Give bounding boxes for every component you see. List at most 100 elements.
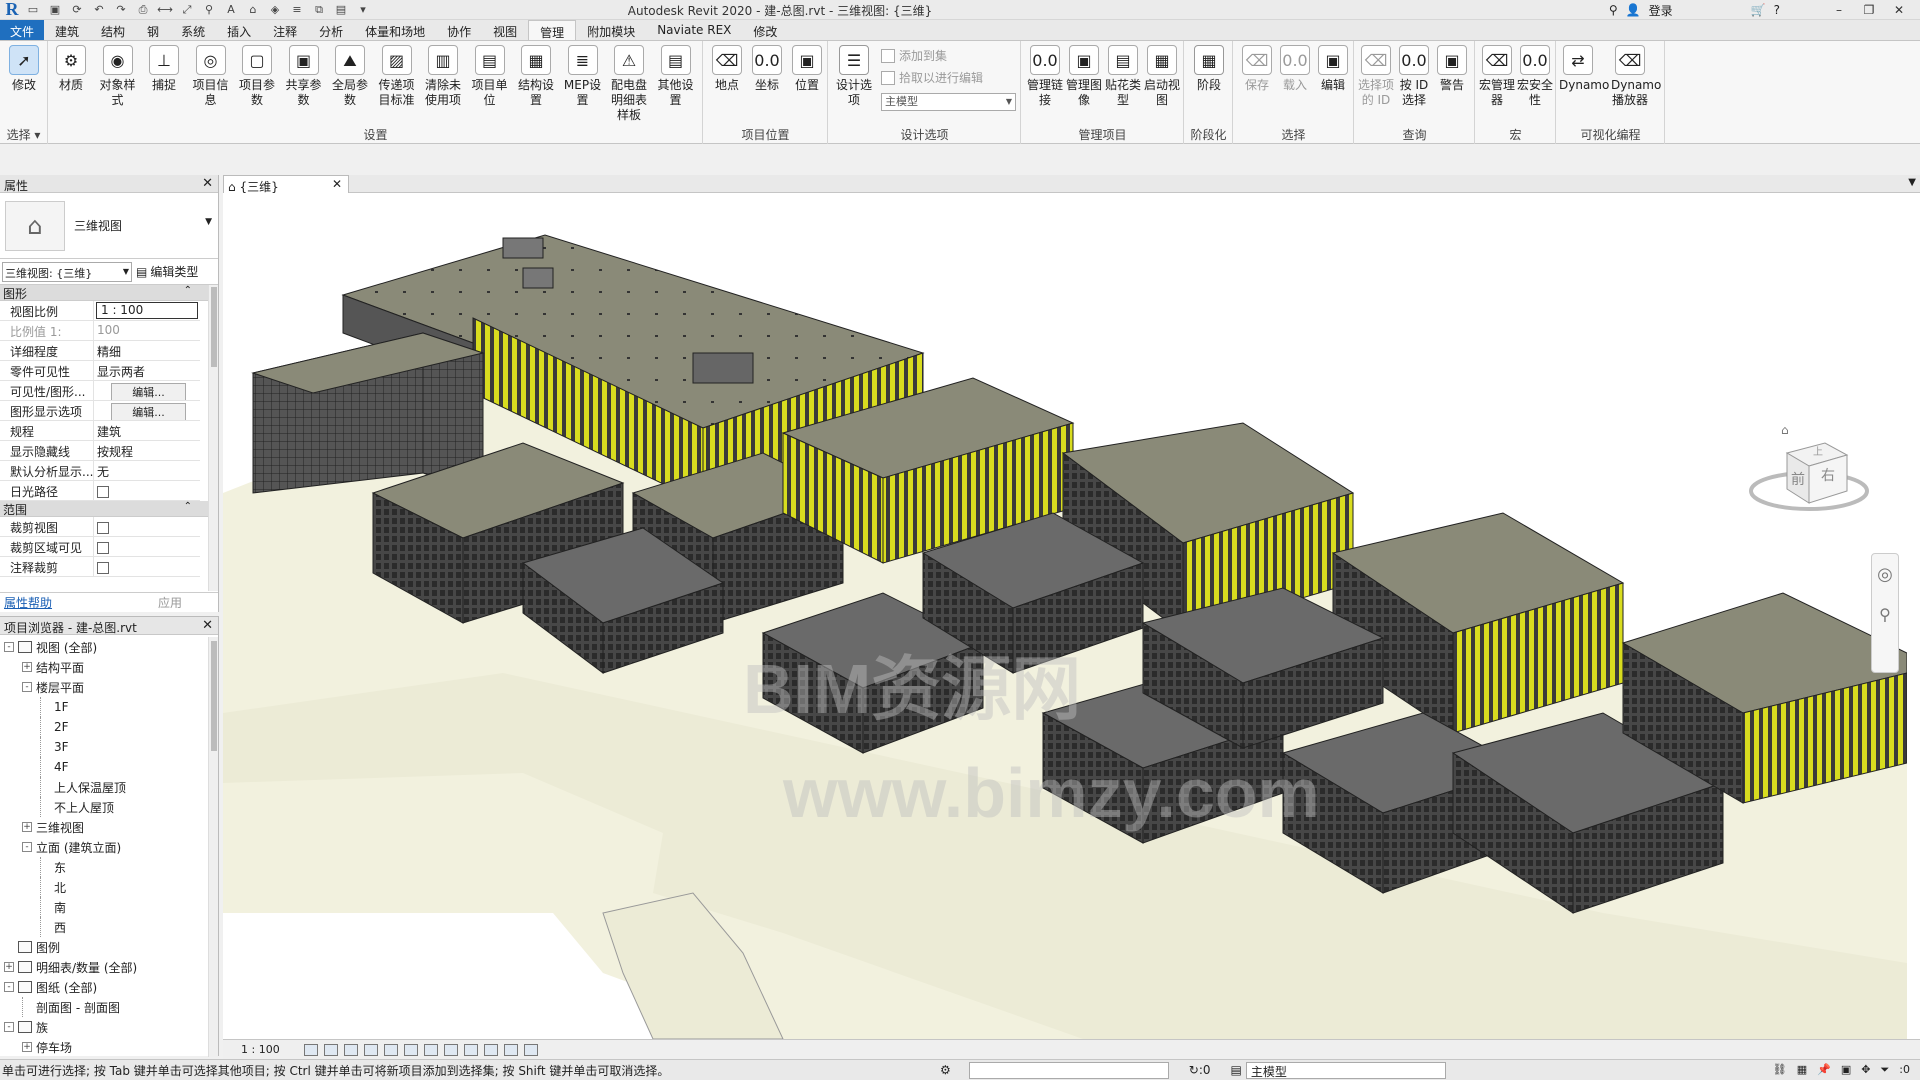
phases-button[interactable]: ▦ 阶段 — [1190, 45, 1228, 93]
browser-item[interactable]: + 停车场 — [0, 1037, 218, 1057]
browser-item[interactable]: 西 — [0, 917, 218, 937]
filter-icon[interactable]: ⏷ — [1880, 1063, 1889, 1077]
select-underlay-icon[interactable]: ▦ — [1797, 1063, 1807, 1077]
property-value[interactable]: 按规程 — [94, 441, 200, 460]
browser-item[interactable]: 图例 — [0, 937, 218, 957]
tab-5[interactable]: 插入 — [216, 20, 262, 40]
collapse-icon[interactable]: ⌃ — [184, 285, 192, 296]
tab-8[interactable]: 体量和场地 — [354, 20, 436, 40]
property-checkbox[interactable] — [97, 486, 109, 498]
property-checkbox[interactable] — [97, 522, 109, 534]
show-crop-icon[interactable] — [423, 1043, 438, 1056]
inquiry-button-2[interactable]: ▣ 警告 — [1433, 45, 1471, 93]
settings-button-10[interactable]: ▦ 结构设置 — [517, 45, 555, 108]
browser-item[interactable]: 北 — [0, 877, 218, 897]
expand-icon[interactable]: + — [22, 1042, 32, 1052]
edit-button[interactable]: 编辑... — [111, 382, 186, 400]
apply-button[interactable]: 应用 — [136, 594, 204, 611]
tab-2[interactable]: 结构 — [90, 20, 136, 40]
tab-10[interactable]: 视图 — [482, 20, 528, 40]
drawing-canvas[interactable]: BIM资源网 www.bimzy.com 前 右 上 ⌂ ◎ ⚲ — [223, 193, 1907, 1039]
browser-item[interactable]: - 立面 (建筑立面) — [0, 837, 218, 857]
browser-scrollbar[interactable] — [208, 637, 218, 1057]
tab-14[interactable]: 修改 — [742, 20, 788, 40]
view-scale[interactable]: 1 : 100 — [223, 1043, 304, 1056]
close-icon[interactable]: ✕ — [202, 618, 213, 633]
collapse-icon[interactable]: - — [4, 1022, 14, 1032]
location-button-1[interactable]: 0.0 坐标 — [748, 45, 786, 93]
analysis-icon[interactable] — [503, 1043, 518, 1056]
render-icon[interactable] — [383, 1043, 398, 1056]
macro-button-0[interactable]: ⌫ 宏管理器 — [1478, 45, 1516, 108]
manage-button-1[interactable]: ▣ 管理图像 — [1065, 45, 1103, 108]
collapse-icon[interactable]: - — [22, 682, 32, 692]
settings-button-11[interactable]: ≣ MEP设置 — [564, 45, 602, 108]
viewcube-front-face[interactable]: 前 — [1791, 469, 1805, 489]
settings-button-2[interactable]: ⊥ 捕捉 — [145, 45, 183, 93]
collapse-icon[interactable]: - — [4, 642, 14, 652]
restore-button[interactable]: ❐ — [1858, 3, 1880, 17]
manage-button-0[interactable]: 0.0 管理链接 — [1026, 45, 1064, 108]
select-pinned-icon[interactable]: 📌 — [1817, 1063, 1831, 1077]
browser-item[interactable]: + 三维视图 — [0, 817, 218, 837]
drag-on-select-icon[interactable]: ✥ — [1861, 1063, 1870, 1077]
lock-3d-icon[interactable] — [443, 1043, 458, 1056]
tab-11[interactable]: 管理 — [528, 20, 577, 40]
browser-item[interactable]: - 楼层平面 — [0, 677, 218, 697]
tab-4[interactable]: 系统 — [170, 20, 216, 40]
tab-1[interactable]: 建筑 — [44, 20, 90, 40]
browser-item[interactable]: 剖面图 - 剖面图 — [0, 997, 218, 1017]
edit-type-button[interactable]: ▤ 编辑类型 — [136, 263, 198, 280]
zoom-icon[interactable]: ⚲ — [1872, 605, 1898, 624]
user-icon[interactable]: 👤 — [1626, 3, 1641, 17]
property-section-header[interactable]: 图形 ⌃ — [0, 285, 218, 301]
tab-9[interactable]: 协作 — [436, 20, 482, 40]
temp-hide-icon[interactable] — [463, 1043, 478, 1056]
select-links-icon[interactable]: ⛓ — [1773, 1063, 1787, 1077]
properties-scrollbar[interactable] — [208, 285, 218, 591]
view-tab-3d[interactable]: ⌂ {三维} ✕ — [223, 175, 349, 194]
tab-6[interactable]: 注释 — [262, 20, 308, 40]
chevron-down-icon[interactable]: ▼ — [1908, 177, 1916, 188]
inquiry-button-0[interactable]: ⌫ 选择项的 ID — [1357, 45, 1395, 108]
select-by-face-icon[interactable]: ▣ — [1841, 1063, 1851, 1077]
viewcube[interactable]: 前 右 上 ⌂ — [1737, 423, 1877, 553]
settings-button-6[interactable]: ⛰ 全局参数 — [331, 45, 369, 108]
browser-item[interactable]: 4F — [0, 757, 218, 777]
settings-button-4[interactable]: ▢ 项目参数 — [238, 45, 276, 108]
settings-button-7[interactable]: ▨ 传递项目标准 — [378, 45, 416, 108]
search-icon[interactable]: ⚲ — [1609, 3, 1618, 17]
settings-button-9[interactable]: ▤ 项目单位 — [471, 45, 509, 108]
design-option-combo[interactable]: 主模型 ▼ — [881, 93, 1016, 111]
login-link[interactable]: 登录 — [1649, 2, 1673, 19]
property-value[interactable]: 精细 — [94, 341, 200, 360]
close-window-button[interactable]: ✕ — [1888, 3, 1910, 17]
property-value[interactable]: 1 : 100 — [96, 302, 198, 319]
settings-button-13[interactable]: ▤ 其他设置 — [657, 45, 695, 108]
browser-item[interactable]: 3F — [0, 737, 218, 757]
browser-item[interactable]: + 结构平面 — [0, 657, 218, 677]
property-checkbox[interactable] — [97, 542, 109, 554]
inquiry-button-1[interactable]: 0.0 按 ID 选择 — [1395, 45, 1433, 108]
sun-path-icon[interactable] — [343, 1043, 358, 1056]
browser-item[interactable]: 1F — [0, 697, 218, 717]
selection-button-1[interactable]: 0.0 载入 — [1276, 45, 1314, 93]
cart-icon[interactable]: 🛒 — [1751, 3, 1766, 17]
visual-style-icon[interactable] — [323, 1043, 338, 1056]
steering-wheel-icon[interactable]: ◎ — [1872, 564, 1898, 585]
tab-7[interactable]: 分析 — [308, 20, 354, 40]
browser-item[interactable]: 上人保温屋顶 — [0, 777, 218, 797]
manage-button-2[interactable]: ▤ 贴花类型 — [1104, 45, 1142, 108]
design-options-button[interactable]: ☰ 设计选项 — [835, 45, 873, 108]
shadows-icon[interactable] — [363, 1043, 378, 1056]
settings-button-8[interactable]: ▥ 清除未使用项 — [424, 45, 462, 108]
edit-button[interactable]: 编辑... — [111, 402, 186, 420]
expand-icon[interactable]: + — [22, 822, 32, 832]
property-value[interactable]: 建筑 — [94, 421, 200, 440]
browser-item[interactable]: 不上人屋顶 — [0, 797, 218, 817]
tab-12[interactable]: 附加模块 — [576, 20, 646, 40]
crop-view-icon[interactable] — [403, 1043, 418, 1056]
home-icon[interactable]: ⌂ — [1781, 423, 1789, 437]
viewcube-right-face[interactable]: 右 — [1821, 465, 1835, 485]
detail-level-icon[interactable] — [303, 1043, 318, 1056]
